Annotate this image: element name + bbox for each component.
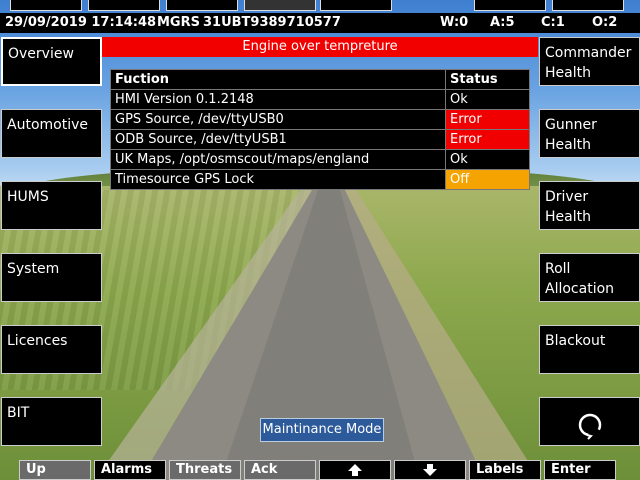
menu-licences[interactable]: Licences — [1, 325, 102, 374]
status-table: Fuction Status HMI Version 0.1.2148 Ok G… — [110, 69, 530, 190]
header-status: Status — [445, 69, 530, 90]
menu-automotive[interactable]: Automotive — [1, 109, 102, 158]
refresh-icon — [578, 413, 601, 440]
threats-button-label: Threats — [176, 462, 233, 477]
menu-blackout[interactable]: Blackout — [539, 325, 640, 374]
menu-hums[interactable]: HUMS — [1, 181, 102, 230]
count-o: O:2 — [592, 15, 618, 30]
scroll-up-button[interactable] — [319, 460, 391, 480]
table-row: HMI Version 0.1.2148 Ok — [110, 89, 530, 110]
up-button[interactable]: Up — [19, 460, 91, 480]
menu-gunner-health-line1: Gunner — [545, 117, 597, 133]
menu-driver-health[interactable]: Driver Health — [539, 181, 640, 230]
table-row: ODB Source, /dev/ttyUSB1 Error — [110, 129, 530, 150]
alert-banner: Engine over tempreture — [102, 37, 538, 57]
menu-roll-allocation-line2: Allocation — [545, 281, 615, 297]
top-tab-5[interactable] — [320, 0, 392, 11]
menu-driver-health-line2: Health — [545, 209, 591, 225]
row-function: UK Maps, /opt/osmscout/maps/england — [110, 149, 446, 170]
menu-commander-health-line2: Health — [545, 65, 591, 81]
count-w: W:0 — [440, 15, 469, 30]
datetime: 29/09/2019 17:14:48 — [5, 15, 157, 30]
top-tab-1[interactable] — [10, 0, 82, 11]
menu-blackout-label: Blackout — [545, 333, 606, 349]
row-function: ODB Source, /dev/ttyUSB1 — [110, 129, 446, 150]
menu-system-label: System — [7, 261, 60, 277]
count-c: C:1 — [541, 15, 565, 30]
menu-overview[interactable]: Overview — [1, 37, 102, 86]
top-tab-6[interactable] — [474, 0, 546, 11]
grid-label: MGRS — [157, 15, 200, 30]
table-row: GPS Source, /dev/ttyUSB0 Error — [110, 109, 530, 130]
row-status: Off — [445, 169, 530, 190]
menu-automotive-label: Automotive — [7, 117, 88, 133]
up-button-label: Up — [26, 462, 46, 477]
alarms-button-label: Alarms — [101, 462, 152, 477]
row-status: Ok — [445, 89, 530, 110]
enter-button[interactable]: Enter — [544, 460, 616, 480]
refresh-button[interactable] — [539, 397, 640, 446]
grid-value: 31UBT9389710577 — [203, 15, 341, 30]
top-tab-7[interactable] — [552, 0, 624, 11]
menu-bit[interactable]: BIT — [1, 397, 102, 446]
table-row: UK Maps, /opt/osmscout/maps/england Ok — [110, 149, 530, 170]
menu-licences-label: Licences — [7, 333, 68, 349]
menu-system[interactable]: System — [1, 253, 102, 302]
threats-button[interactable]: Threats — [169, 460, 241, 480]
top-tab-2[interactable] — [88, 0, 160, 11]
arrow-up-icon — [348, 464, 362, 476]
menu-driver-health-line1: Driver — [545, 189, 589, 205]
menu-roll-allocation-line1: Roll — [545, 261, 571, 277]
ack-button-label: Ack — [251, 462, 278, 477]
status-bar: 29/09/2019 17:14:48 MGRS 31UBT9389710577… — [0, 13, 640, 33]
menu-roll-allocation[interactable]: Roll Allocation — [539, 253, 640, 302]
scroll-down-button[interactable] — [394, 460, 466, 480]
ack-button[interactable]: Ack — [244, 460, 316, 480]
row-status: Ok — [445, 149, 530, 170]
menu-commander-health-line1: Commander — [545, 45, 632, 61]
header-function: Fuction — [110, 69, 446, 90]
menu-bit-label: BIT — [7, 405, 30, 421]
menu-overview-label: Overview — [8, 46, 74, 62]
row-function: GPS Source, /dev/ttyUSB0 — [110, 109, 446, 130]
menu-gunner-health-line2: Health — [545, 137, 591, 153]
top-tab-3[interactable] — [166, 0, 238, 11]
row-status: Error — [445, 129, 530, 150]
table-header-row: Fuction Status — [110, 69, 530, 90]
table-row: Timesource GPS Lock Off — [110, 169, 530, 190]
row-status: Error — [445, 109, 530, 130]
arrow-down-icon — [423, 464, 437, 476]
labels-button[interactable]: Labels — [469, 460, 541, 480]
menu-hums-label: HUMS — [7, 189, 49, 205]
row-function: Timesource GPS Lock — [110, 169, 446, 190]
maintenance-mode-button[interactable]: Maintinance Mode — [260, 418, 384, 442]
count-a: A:5 — [490, 15, 515, 30]
alarms-button[interactable]: Alarms — [94, 460, 166, 480]
row-function: HMI Version 0.1.2148 — [110, 89, 446, 110]
menu-commander-health[interactable]: Commander Health — [539, 37, 640, 86]
labels-button-label: Labels — [476, 462, 524, 477]
enter-button-label: Enter — [551, 462, 591, 477]
top-tab-4[interactable] — [244, 0, 316, 11]
menu-gunner-health[interactable]: Gunner Health — [539, 109, 640, 158]
